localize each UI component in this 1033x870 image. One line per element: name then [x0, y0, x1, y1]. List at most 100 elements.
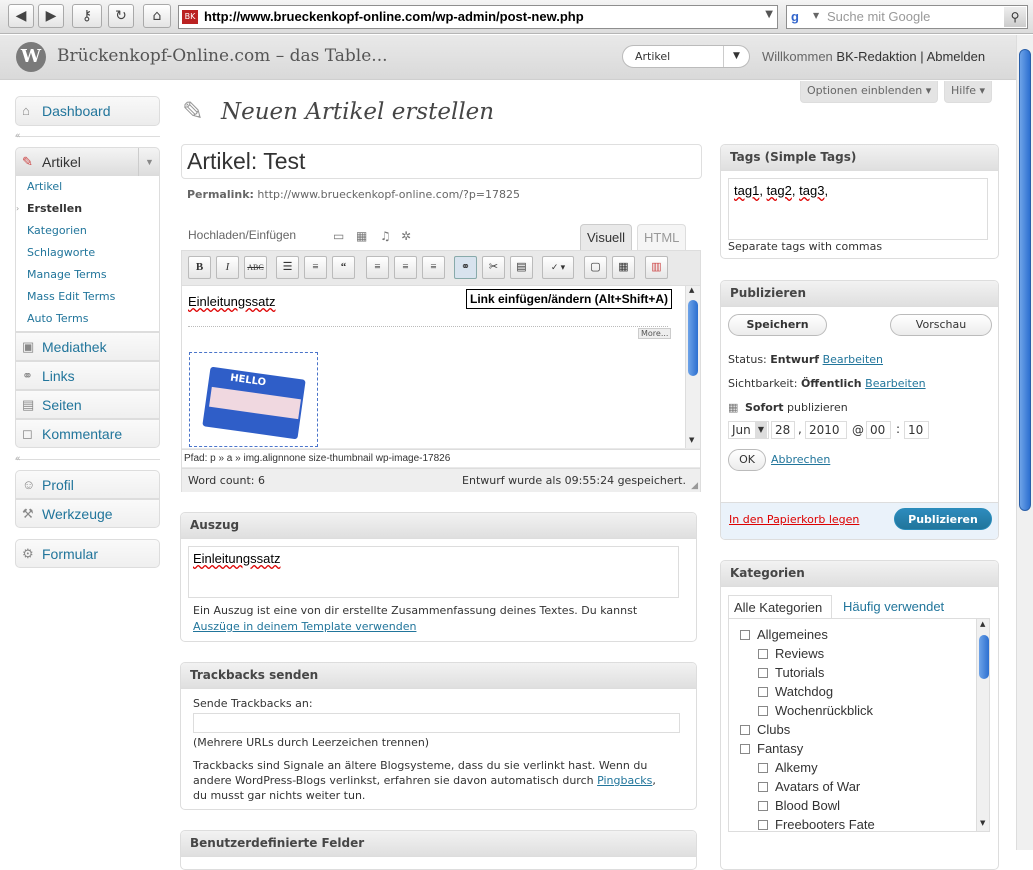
category-checkbox[interactable]: [740, 725, 750, 735]
menu-profile[interactable]: ☺ Profil: [15, 470, 160, 499]
tab-all-categories[interactable]: Alle Kategorien: [728, 595, 832, 619]
categories-scrollbar[interactable]: ▲ ▼: [976, 619, 989, 831]
submenu-artikel[interactable]: Artikel: [27, 176, 62, 198]
category-item[interactable]: Freebooters Fate: [758, 817, 875, 831]
category-checkbox[interactable]: [758, 687, 768, 697]
page-scrollbar[interactable]: [1016, 35, 1033, 850]
scroll-down-icon[interactable]: ▼: [689, 436, 694, 444]
excerpt-textarea[interactable]: Einleitungssatz: [188, 546, 679, 598]
chevron-down-icon[interactable]: ▼: [765, 9, 773, 20]
category-item[interactable]: Watchdog: [758, 684, 833, 699]
image-upload-icon[interactable]: ▭: [333, 229, 344, 243]
categories-title[interactable]: Kategorien: [721, 561, 998, 587]
scroll-up-icon[interactable]: ▲: [980, 620, 985, 628]
menu-links[interactable]: ⚭ Links: [15, 361, 160, 390]
preview-button[interactable]: Vorschau: [890, 314, 992, 336]
month-select[interactable]: Jun ▼: [728, 421, 769, 439]
category-item[interactable]: Clubs: [740, 722, 790, 737]
cancel-link[interactable]: Abbrechen: [771, 453, 830, 466]
audio-upload-icon[interactable]: ♫: [380, 229, 391, 243]
reload-icon[interactable]: ↻: [108, 4, 134, 28]
key-icon[interactable]: ⚷: [72, 4, 102, 28]
insert-link-button[interactable]: ⚭: [454, 256, 477, 279]
category-checkbox[interactable]: [758, 782, 768, 792]
italic-button[interactable]: I: [216, 256, 239, 279]
trackbacks-title[interactable]: Trackbacks senden: [181, 663, 696, 689]
save-button[interactable]: Speichern: [728, 314, 827, 336]
kitchen-sink-button[interactable]: ▦: [612, 256, 635, 279]
category-checkbox[interactable]: [758, 649, 768, 659]
day-input[interactable]: 28: [771, 421, 795, 439]
chevron-down-icon[interactable]: ▼: [813, 11, 819, 20]
menu-pages[interactable]: ▤ Seiten: [15, 390, 160, 419]
category-checkbox[interactable]: [740, 744, 750, 754]
category-item[interactable]: Allgemeines: [740, 627, 828, 642]
permalink-url[interactable]: http://www.brueckenkopf-online.com/?p=17…: [257, 188, 520, 201]
collapse-icon[interactable]: «: [15, 454, 21, 464]
category-checkbox[interactable]: [758, 668, 768, 678]
excerpt-title[interactable]: Auszug: [181, 513, 696, 539]
publish-title[interactable]: Publizieren: [721, 281, 998, 307]
scroll-down-icon[interactable]: ▼: [980, 819, 985, 827]
resize-handle-icon[interactable]: ◢: [691, 475, 698, 498]
bold-button[interactable]: B: [188, 256, 211, 279]
collapse-icon[interactable]: «: [15, 131, 21, 141]
align-center-button[interactable]: ≡: [394, 256, 417, 279]
tab-popular-categories[interactable]: Häufig verwendet: [843, 595, 944, 619]
visibility-edit-link[interactable]: Bearbeiten: [865, 377, 925, 390]
scrollbar-thumb[interactable]: [1019, 49, 1031, 511]
align-left-button[interactable]: ≡: [366, 256, 389, 279]
publish-button[interactable]: Publizieren: [894, 508, 992, 530]
category-checkbox[interactable]: [758, 763, 768, 773]
strikethrough-button[interactable]: ABC: [244, 256, 267, 279]
submenu-auto-terms[interactable]: Auto Terms: [27, 308, 88, 330]
year-input[interactable]: 2010: [805, 421, 847, 439]
chevron-down-icon[interactable]: ▼: [723, 46, 749, 67]
screen-options-tab[interactable]: Optionen einblenden ▾: [800, 81, 939, 103]
tab-html[interactable]: HTML: [637, 224, 687, 250]
submenu-kategorien[interactable]: Kategorien: [27, 220, 87, 242]
chevron-down-icon[interactable]: ▼: [755, 422, 767, 438]
menu-form[interactable]: ⚙ Formular: [15, 539, 160, 568]
category-item[interactable]: Wochenrückblick: [758, 703, 873, 718]
blockquote-button[interactable]: “: [332, 256, 355, 279]
category-checkbox[interactable]: [758, 801, 768, 811]
google-icon[interactable]: g: [791, 9, 809, 25]
back-icon[interactable]: ◀: [8, 4, 34, 28]
url-bar[interactable]: BK http://www.brueckenkopf-online.com/wp…: [178, 5, 778, 29]
trackbacks-input[interactable]: [193, 713, 680, 733]
home-icon[interactable]: ⌂: [143, 4, 171, 28]
status-edit-link[interactable]: Bearbeiten: [823, 353, 883, 366]
category-item[interactable]: Avatars of War: [758, 779, 860, 794]
submenu-mass-edit-terms[interactable]: Mass Edit Terms: [27, 286, 115, 308]
help-tab[interactable]: Hilfe ▾: [944, 81, 993, 103]
search-box[interactable]: g ▼ Suche mit Google ⚲: [786, 5, 1028, 29]
logout-link[interactable]: Abmelden: [927, 49, 986, 64]
category-item[interactable]: Tutorials: [758, 665, 824, 680]
excerpt-help-link[interactable]: Auszüge in deinem Template verwenden: [193, 620, 416, 633]
category-item[interactable]: Blood Bowl: [758, 798, 840, 813]
post-title-input[interactable]: Artikel: Test: [181, 144, 702, 179]
category-item[interactable]: Reviews: [758, 646, 824, 661]
fullscreen-button[interactable]: ▢: [584, 256, 607, 279]
category-item[interactable]: Fantasy: [740, 741, 803, 756]
inserted-image[interactable]: HELLO: [189, 352, 318, 447]
category-item[interactable]: Alkemy: [758, 760, 818, 775]
minute-input[interactable]: 10: [904, 421, 929, 439]
site-title[interactable]: Brückenkopf-Online.com – das Table...: [57, 46, 388, 66]
menu-comments[interactable]: ◻ Kommentare: [15, 419, 160, 448]
tags-textarea[interactable]: tag1, tag2, tag3,: [728, 178, 988, 240]
tab-visual[interactable]: Visuell: [580, 224, 633, 250]
submenu-manage-terms[interactable]: Manage Terms: [27, 264, 107, 286]
submenu-erstellen[interactable]: Erstellen: [27, 198, 82, 220]
editor-content[interactable]: Einleitungssatz More... HELLO ▲ ▼: [182, 285, 700, 448]
video-upload-icon[interactable]: ▦: [356, 229, 367, 243]
pingbacks-link[interactable]: Pingbacks: [597, 774, 652, 787]
bullet-list-button[interactable]: ☰: [276, 256, 299, 279]
trash-link[interactable]: In den Papierkorb legen: [729, 513, 859, 526]
menu-tools[interactable]: ⚒ Werkzeuge: [15, 499, 160, 528]
forward-icon[interactable]: ▶: [38, 4, 64, 28]
align-right-button[interactable]: ≡: [422, 256, 445, 279]
spellcheck-button[interactable]: ✓ ▾: [542, 256, 574, 279]
search-icon[interactable]: ⚲: [1004, 7, 1026, 27]
